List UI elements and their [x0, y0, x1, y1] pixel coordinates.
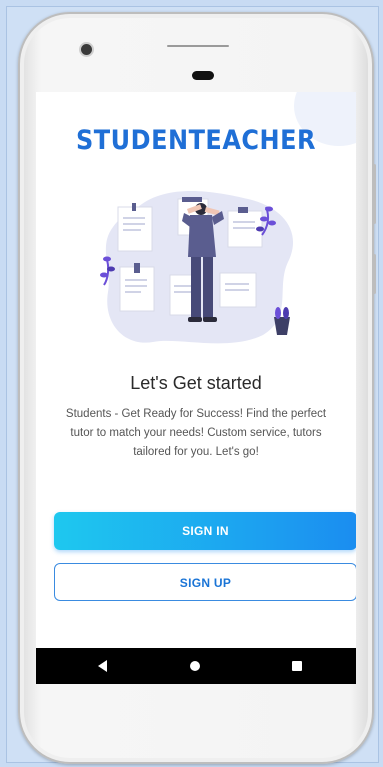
- home-circle-icon[interactable]: [190, 661, 200, 671]
- back-triangle-icon[interactable]: [98, 660, 107, 672]
- onboarding-illustration: [100, 190, 294, 344]
- sign-in-button[interactable]: SIGN IN: [54, 512, 356, 550]
- page-description: Students - Get Ready for Success! Find t…: [65, 408, 327, 458]
- earpiece-slot: [167, 45, 229, 47]
- volume-button: [373, 164, 376, 224]
- brand-logo: STUDENTEACHER: [76, 124, 316, 156]
- system-navigation-bar: [36, 648, 356, 684]
- front-camera-icon: [79, 42, 94, 57]
- sign-up-button[interactable]: SIGN UP: [54, 563, 356, 601]
- speaker-grille: [192, 71, 214, 80]
- power-button: [373, 254, 376, 294]
- recents-square-icon[interactable]: [292, 661, 302, 671]
- page-title: Let's Get started: [130, 373, 262, 393]
- phone-frame: STUDENTEACHER Let's Get started Students…: [18, 12, 376, 764]
- app-screen: STUDENTEACHER Let's Get started Students…: [36, 92, 356, 684]
